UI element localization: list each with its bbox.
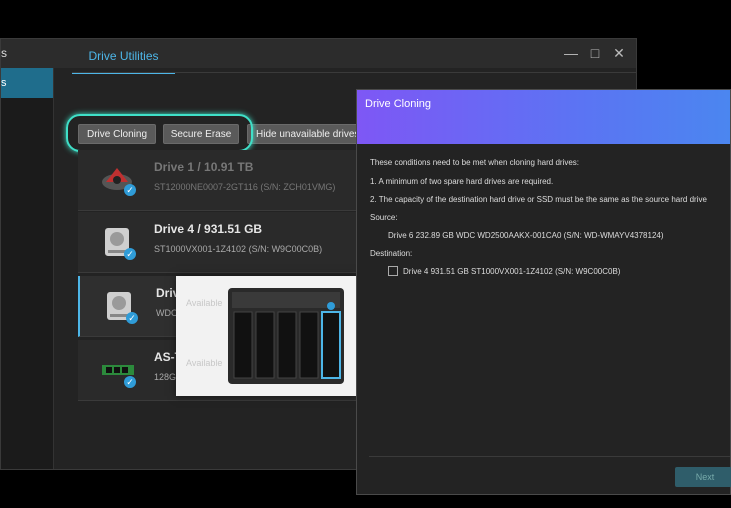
dialog-header: Drive Cloning	[357, 90, 730, 144]
maximize-icon[interactable]: □	[585, 43, 605, 63]
window-title: s	[1, 46, 7, 60]
check-icon: ✓	[124, 376, 136, 388]
check-icon: ✓	[126, 312, 138, 324]
source-label: Source:	[370, 213, 398, 222]
drive-detail: ST1000VX001-1Z4102 (S/N: W9C00C0B)	[154, 244, 323, 254]
destination-label: Destination:	[370, 249, 413, 258]
available-label: Available	[186, 358, 223, 368]
sidebar-item-active[interactable]: s	[1, 68, 53, 98]
drive-name: Drive 4 / 931.51 GB	[154, 222, 263, 236]
condition-1: 1. A minimum of two spare hard drives ar…	[370, 177, 554, 186]
minimize-icon[interactable]: —	[561, 43, 581, 63]
dialog-divider	[369, 456, 730, 457]
drive-detail: ST12000NE0007-2GT116 (S/N: ZCH01VMG)	[154, 182, 336, 192]
drive-detail: 128G	[154, 372, 177, 382]
available-label: Available	[186, 298, 223, 308]
source-value: Drive 6 232.89 GB WDC WD2500AAKX-001CA0 …	[388, 231, 664, 240]
drive-cloning-dialog: Drive Cloning These conditions need to b…	[356, 89, 731, 495]
tab-drive-utilities[interactable]: Drive Utilities	[72, 44, 175, 74]
check-icon: ✓	[124, 184, 136, 196]
destination-checkbox[interactable]	[388, 266, 398, 276]
dialog-intro: These conditions need to be met when clo…	[370, 158, 580, 167]
next-button[interactable]: Next	[675, 467, 731, 487]
list-item[interactable]: ✓ Drive 4 / 931.51 GB ST1000VX001-1Z4102…	[78, 212, 368, 273]
tab-divider	[72, 72, 637, 73]
nas-preview-popup: Available Available	[176, 276, 356, 396]
sidebar: s	[1, 68, 54, 469]
close-icon[interactable]: ✕	[609, 43, 629, 63]
nas-device-icon	[228, 288, 344, 384]
hide-unavailable-button[interactable]: Hide unavailable drives	[247, 124, 367, 144]
condition-2: 2. The capacity of the destination hard …	[370, 195, 707, 204]
check-icon: ✓	[124, 248, 136, 260]
drive-detail: WDC	[156, 308, 178, 318]
highlight-ring	[66, 114, 253, 152]
drive-name: Drive 1 / 10.91 TB	[154, 160, 254, 174]
list-item[interactable]: ✓ Drive 1 / 10.91 TB ST12000NE0007-2GT11…	[78, 150, 368, 211]
destination-value: Drive 4 931.51 GB ST1000VX001-1Z4102 (S/…	[403, 267, 621, 276]
dialog-title: Drive Cloning	[365, 98, 432, 110]
